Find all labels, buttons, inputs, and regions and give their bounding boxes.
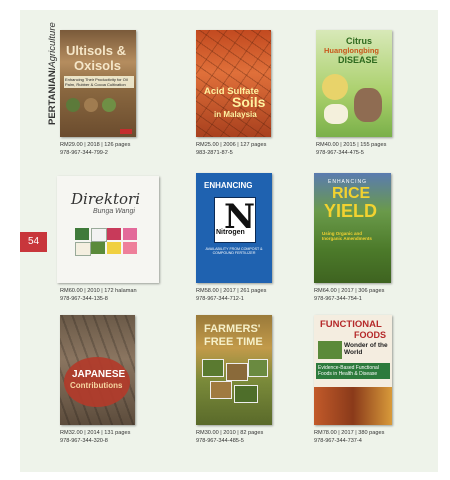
- book-isbn: 978-967-344-475-5: [316, 150, 364, 156]
- book-cover[interactable]: FARMERS' FREE TIME: [196, 315, 272, 425]
- cover-title-3: DISEASE: [338, 55, 378, 65]
- book-isbn: 978-967-344-737-4: [314, 438, 362, 444]
- cover-title: Ultisols &: [66, 43, 126, 58]
- book-isbn: 983-2871-87-5: [196, 150, 233, 156]
- cover-subtitle: Enhancing Their Productivity for Oil Pal…: [64, 76, 134, 88]
- cover-title-2: Contributions: [70, 381, 123, 390]
- book-isbn: 978-967-344-320-8: [60, 438, 108, 444]
- book-price-info: RM78.00 | 2017 | 380 pages: [314, 430, 385, 436]
- cover-title-2: Bunga Wangi: [93, 208, 135, 215]
- book-cover[interactable]: ENHANCING N Nitrogen AVAILABILITY FROM C…: [196, 173, 272, 283]
- book-price-info: RM40.00 | 2015 | 155 pages: [316, 142, 387, 148]
- cover-title: Direktori: [71, 190, 140, 208]
- catalog-page: PERTANIAN/Agriculture 54 Ultisols & Oxis…: [20, 10, 438, 472]
- book-isbn: 978-967-344-799-2: [60, 150, 108, 156]
- cover-title-2: FREE TIME: [204, 336, 263, 348]
- book-cover[interactable]: Direktori Bunga Wangi: [57, 176, 159, 283]
- book-cover[interactable]: ENHANCING RICE YIELD Using Organic and I…: [314, 173, 391, 283]
- cover-title: ENHANCING: [204, 181, 253, 190]
- book-price-info: RM60.00 | 2010 | 172 halaman: [60, 288, 137, 294]
- cover-title: FARMERS': [204, 323, 261, 335]
- cover-title-2: FOODS: [354, 330, 387, 340]
- cover-title: FUNCTIONAL: [320, 319, 382, 330]
- cover-subtitle: AVAILABILITY FROM COMPOST & COMPOUND FER…: [205, 247, 263, 255]
- book-isbn: 978-967-344-754-1: [314, 296, 362, 302]
- book-isbn: 978-967-344-135-8: [60, 296, 108, 302]
- cover-title-2: Soils: [232, 94, 266, 110]
- cover-title-2: Nitrogen: [216, 229, 245, 236]
- page-number-tab: 54: [20, 232, 47, 252]
- cover-subtitle: Using Organic and Inorganic Amendments: [322, 231, 372, 241]
- page-number: 54: [27, 236, 40, 247]
- book-isbn: 978-967-344-485-5: [196, 438, 244, 444]
- cover-title: JAPANESE: [72, 369, 126, 380]
- book-price-info: RM25.00 | 2006 | 127 pages: [196, 142, 267, 148]
- cover-title-3: Wonder of the World: [344, 342, 388, 356]
- book-isbn: 978-967-344-712-1: [196, 296, 244, 302]
- cover-title-2: YIELD: [324, 201, 378, 221]
- cover-title-3: in Malaysia: [214, 110, 257, 119]
- book-cover[interactable]: Citrus Huanglongbing DISEASE: [316, 30, 392, 137]
- section-label: PERTANIAN/Agriculture: [47, 22, 58, 125]
- cover-title-2: Oxisols: [74, 58, 121, 73]
- book-price-info: RM29.00 | 2018 | 126 pages: [60, 142, 131, 148]
- book-cover[interactable]: FUNCTIONAL FOODS Wonder of the World Evi…: [314, 315, 392, 425]
- book-cover[interactable]: Acid Sulfate Soils in Malaysia: [196, 30, 271, 137]
- book-price-info: RM58.00 | 2017 | 261 pages: [196, 288, 267, 294]
- book-price-info: RM64.00 | 2017 | 306 pages: [314, 288, 385, 294]
- cover-title: Citrus: [346, 36, 373, 46]
- book-price-info: RM30.00 | 2010 | 82 pages: [196, 430, 264, 436]
- book-price-info: RM32.00 | 2014 | 131 pages: [60, 430, 131, 436]
- book-cover[interactable]: JAPANESE Contributions: [60, 315, 135, 425]
- cover-title-2: Huanglongbing: [324, 46, 379, 55]
- cover-subtitle: Evidence-Based Functional Foods in Healt…: [316, 363, 390, 379]
- book-cover[interactable]: Ultisols & Oxisols Enhancing Their Produ…: [60, 30, 136, 137]
